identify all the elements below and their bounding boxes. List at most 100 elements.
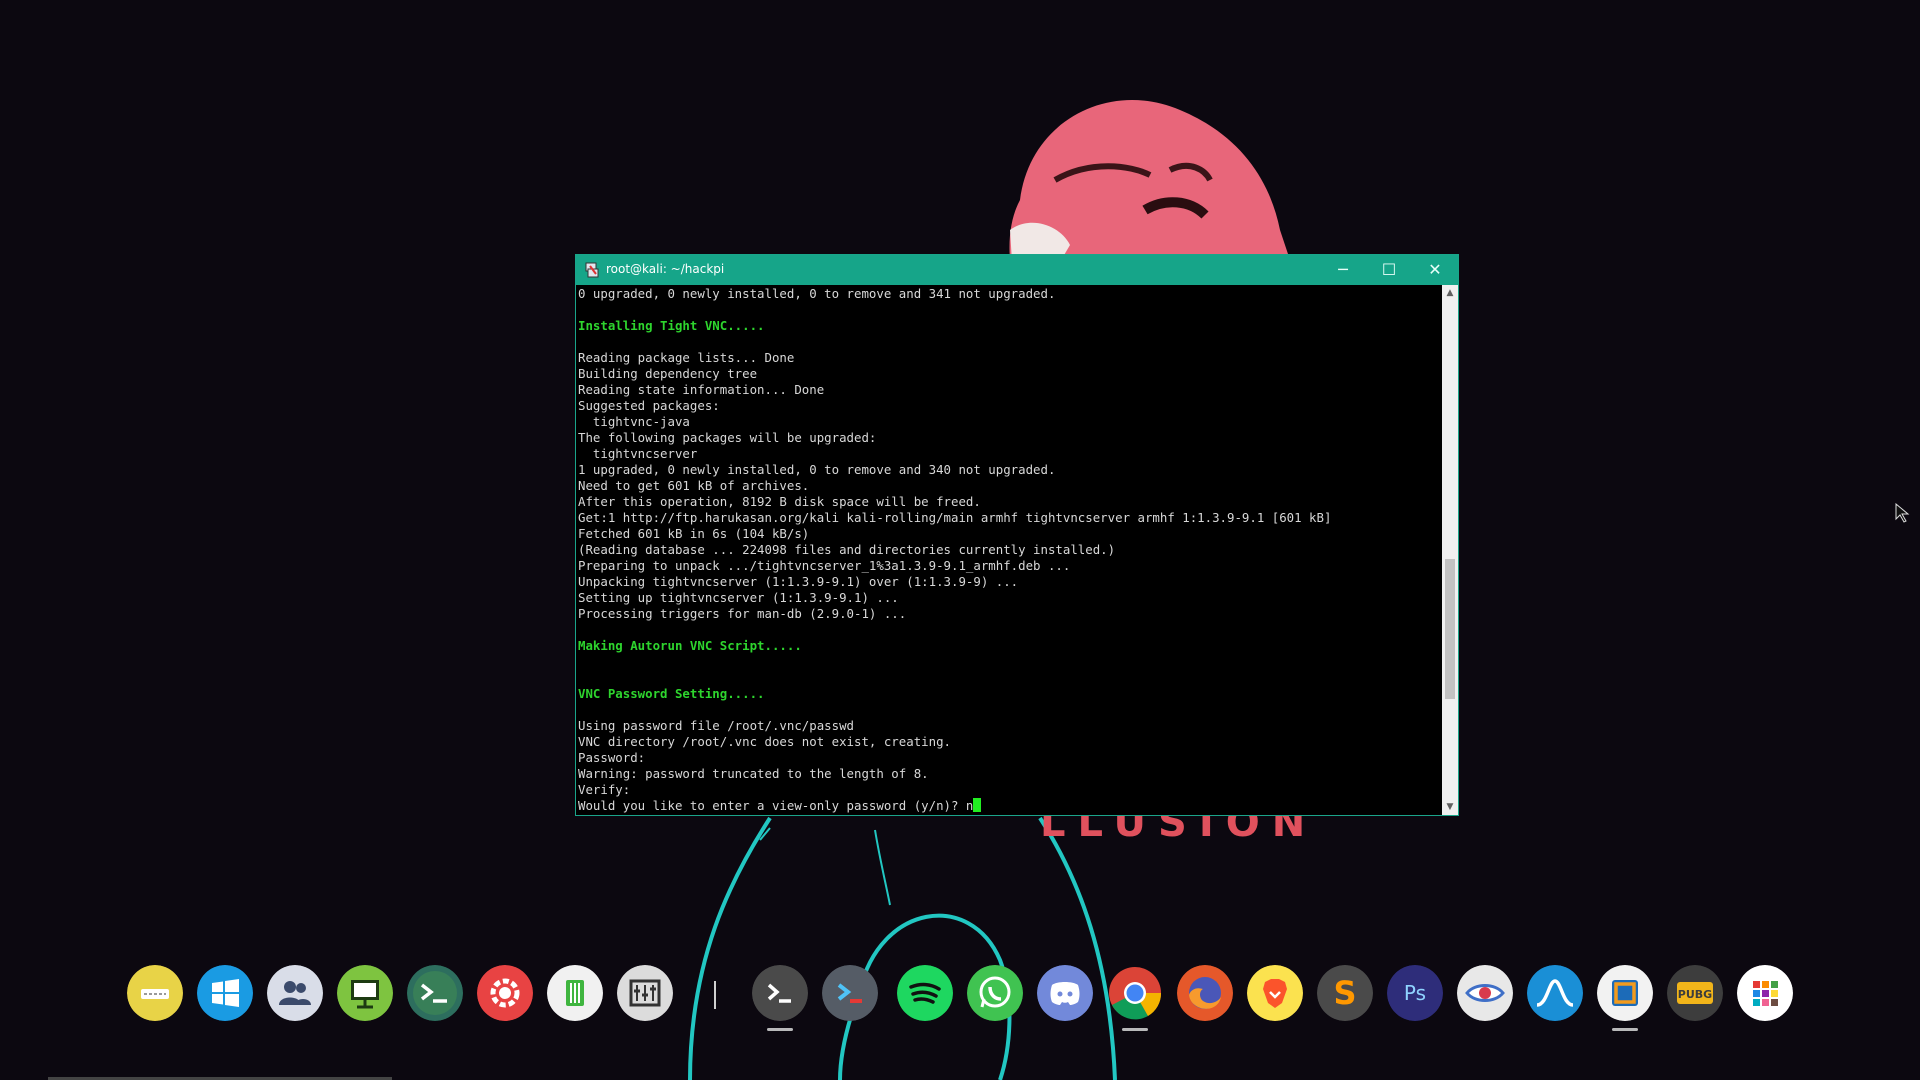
terminal-line: Making Autorun VNC Script..... [578,638,802,653]
terminal-line: Setting up tightvncserver (1:1.3.9-9.1) … [578,590,899,605]
powershell-icon-glyph [822,965,878,1021]
photoshop-icon-glyph: Ps [1387,965,1443,1021]
pubg-icon-glyph: PUBG [1667,965,1723,1021]
brave-icon-glyph [1247,965,1303,1021]
svg-text:PUBG: PUBG [1678,988,1712,1001]
terminal-line: Suggested packages: [578,398,720,413]
terminal-icon-glyph [752,965,808,1021]
terminal-line: 1 upgraded, 0 newly installed, 0 to remo… [578,462,1056,477]
virtualbox-icon[interactable] [1597,965,1653,1021]
terminal-line: tightvncserver [578,446,698,461]
terminal-line: 0 upgraded, 0 newly installed, 0 to remo… [578,286,1056,301]
terminal-line: After this operation, 8192 B disk space … [578,494,981,509]
whatsapp-icon[interactable] [967,965,1023,1021]
powershell-icon[interactable] [822,965,878,1021]
terminal-line: Using password file /root/.vnc/passwd [578,718,855,733]
terminal-line: Verify: [578,782,631,797]
wireshark-icon[interactable] [1527,965,1583,1021]
discord-icon-glyph [1037,965,1093,1021]
terminal-window[interactable]: root@kali: ~/hackpi ─ ☐ ✕ 0 upgraded, 0 … [575,254,1459,816]
putty-icon [585,262,599,278]
remote-desktop-icon-glyph [337,965,393,1021]
scroll-up-arrow-icon[interactable]: ▲ [1442,285,1458,301]
terminal-line: The following packages will be upgraded: [578,430,877,445]
terminal-line: Preparing to unpack .../tightvncserver_1… [578,558,1071,573]
terminal-line: Fetched 601 kB in 6s (104 kB/s) [578,526,810,541]
terminal-line: Building dependency tree [578,366,758,381]
title-bar[interactable]: root@kali: ~/hackpi ─ ☐ ✕ [576,255,1458,285]
chrome-icon[interactable] [1107,965,1163,1021]
firefox-icon[interactable] [1177,965,1233,1021]
spotify-icon-glyph [897,965,953,1021]
terminal-line: Need to get 601 kB of archives. [578,478,810,493]
terminal-line: Reading package lists... Done [578,350,795,365]
close-button[interactable]: ✕ [1412,255,1458,285]
keyboard-icon-glyph [127,965,183,1021]
svg-text:S: S [1333,974,1356,1012]
pubg-icon[interactable]: PUBG [1667,965,1723,1021]
terminal-line: Installing Tight VNC..... [578,318,765,333]
terminal-line: VNC Password Setting..... [578,686,765,701]
windows-icon[interactable] [197,965,253,1021]
windows-icon-glyph [197,965,253,1021]
users-icon[interactable] [267,965,323,1021]
app-grid-icon-glyph [1737,965,1793,1021]
spotify-icon[interactable] [897,965,953,1021]
terminal-line: Reading state information... Done [578,382,825,397]
running-indicator [767,1028,793,1031]
terminal-line: tightvnc-java [578,414,690,429]
terminal-globe-icon-glyph [407,965,463,1021]
terminal-line: VNC directory /root/.vnc does not exist,… [578,734,951,749]
window-title: root@kali: ~/hackpi [606,262,725,276]
scroll-thumb[interactable] [1445,558,1455,699]
app-grid-icon[interactable] [1737,965,1793,1021]
terminal-line: Unpacking tightvncserver (1:1.3.9-9.1) o… [578,574,1019,589]
virtualbox-icon-glyph [1597,965,1653,1021]
mixer-icon[interactable] [617,965,673,1021]
eye-icon-glyph [1457,965,1513,1021]
terminal-line: Get:1 http://ftp.harukasan.org/kali kali… [578,510,1332,525]
users-icon-glyph [267,965,323,1021]
firefox-icon-glyph [1177,965,1233,1021]
mouse-cursor-icon [1895,503,1910,523]
svg-text:Ps: Ps [1404,981,1426,1005]
terminal-icon[interactable] [752,965,808,1021]
text-cursor [973,798,982,812]
running-indicator [1612,1028,1638,1031]
dock-separator [714,981,716,1009]
settings-icon[interactable] [477,965,533,1021]
file-manager-icon-glyph [547,965,603,1021]
photoshop-icon[interactable]: Ps [1387,965,1443,1021]
dock: S Ps PUBG [0,965,1920,1035]
remote-desktop-icon[interactable] [337,965,393,1021]
terminal-line: (Reading database ... 224098 files and d… [578,542,1116,557]
mixer-icon-glyph [617,965,673,1021]
terminal-line: Password: [578,750,646,765]
terminal-prompt-line[interactable]: Would you like to enter a view-only pass… [578,798,1443,814]
keyboard-icon[interactable] [127,965,183,1021]
running-indicator [1122,1028,1148,1031]
discord-icon[interactable] [1037,965,1093,1021]
maximize-button[interactable]: ☐ [1366,255,1412,285]
wireshark-icon-glyph [1527,965,1583,1021]
sublime-icon[interactable]: S [1317,965,1373,1021]
minimize-button[interactable]: ─ [1320,255,1366,285]
sublime-icon-glyph: S [1317,965,1373,1021]
eye-icon[interactable] [1457,965,1513,1021]
scroll-down-arrow-icon[interactable]: ▼ [1442,799,1458,815]
brave-icon[interactable] [1247,965,1303,1021]
terminal-output[interactable]: 0 upgraded, 0 newly installed, 0 to remo… [578,285,1443,816]
vertical-scrollbar[interactable]: ▲ ▼ [1442,285,1458,815]
file-manager-icon[interactable] [547,965,603,1021]
terminal-globe-icon[interactable] [407,965,463,1021]
terminal-line: Warning: password truncated to the lengt… [578,766,929,781]
chrome-icon-glyph [1109,967,1162,1020]
terminal-line: Processing triggers for man-db (2.9.0-1)… [578,606,907,621]
whatsapp-icon-glyph [967,965,1023,1021]
